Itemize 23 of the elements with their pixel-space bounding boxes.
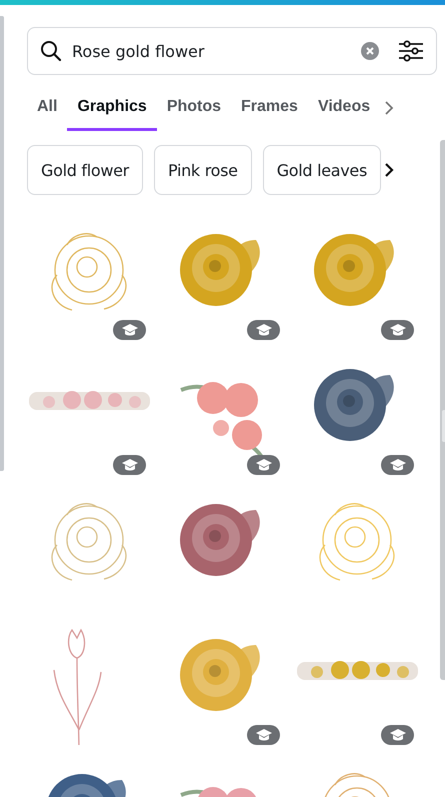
suggestion-chip[interactable]: Gold leaves bbox=[262, 145, 382, 195]
clear-icon[interactable] bbox=[360, 41, 380, 61]
graduation-cap-icon bbox=[390, 324, 406, 336]
graduation-cap-icon bbox=[256, 324, 272, 336]
search-bar[interactable]: Rose gold flower bbox=[27, 27, 437, 75]
search-icon bbox=[40, 40, 62, 62]
graduation-cap-icon bbox=[390, 459, 406, 471]
tab[interactable]: Frames bbox=[231, 85, 308, 131]
search-field[interactable]: Rose gold flower bbox=[72, 37, 350, 65]
suggestion-chip[interactable]: Gold flower bbox=[27, 145, 143, 195]
graduation-cap-icon bbox=[390, 729, 406, 741]
tab[interactable]: Graphics bbox=[67, 85, 157, 131]
scrollbar[interactable] bbox=[440, 140, 445, 680]
graduation-cap-icon bbox=[122, 324, 138, 336]
graduation-cap-icon bbox=[256, 459, 272, 471]
tab[interactable]: Videos bbox=[308, 85, 380, 131]
suggestion-chip[interactable]: Pink rose bbox=[154, 145, 252, 195]
filter-icon[interactable] bbox=[398, 39, 424, 63]
tab[interactable]: Photos bbox=[156, 85, 232, 131]
chevron-right-icon[interactable] bbox=[384, 162, 394, 178]
graduation-cap-icon bbox=[122, 459, 138, 471]
tab[interactable]: All bbox=[27, 85, 68, 131]
graduation-cap-icon bbox=[256, 729, 272, 741]
